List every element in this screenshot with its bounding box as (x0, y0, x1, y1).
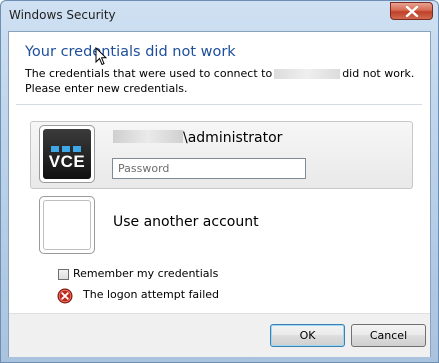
vce-logo-text: VCE (48, 152, 86, 171)
dialog-body: Your credentials did not work The creden… (8, 31, 431, 357)
error-message: The logon attempt failed (83, 288, 220, 301)
divider (16, 104, 422, 105)
blank-user-icon (39, 196, 95, 254)
description-text-2: did not work. (342, 67, 415, 80)
masked-server-name (274, 69, 341, 79)
remember-checkbox[interactable] (58, 269, 69, 280)
remember-label[interactable]: Remember my credentials (73, 267, 218, 280)
mouse-cursor-icon (95, 47, 107, 66)
close-button[interactable] (390, 2, 433, 20)
error-icon (57, 288, 73, 304)
close-icon (405, 6, 419, 17)
use-another-account-label: Use another account (113, 214, 259, 230)
username-text: \administrator (183, 130, 283, 146)
dialog-heading: Your credentials did not work (25, 44, 236, 60)
ok-button[interactable]: OK (270, 324, 345, 347)
description-text-1: The credentials that were used to connec… (25, 67, 273, 80)
windows-security-dialog: Windows Security Your credentials did no… (0, 0, 439, 363)
masked-domain (113, 130, 183, 143)
vce-logo-icon: VCE (39, 125, 95, 183)
cancel-button[interactable]: Cancel (351, 324, 426, 347)
description-text-3: Please enter new credentials. (25, 82, 188, 95)
window-title: Windows Security (9, 8, 116, 22)
dialog-description: The credentials that were used to connec… (25, 66, 420, 96)
password-input[interactable] (112, 158, 306, 179)
title-bar[interactable]: Windows Security (1, 1, 438, 31)
username-label: \administrator (113, 130, 282, 150)
button-bar: OK Cancel (9, 313, 430, 357)
